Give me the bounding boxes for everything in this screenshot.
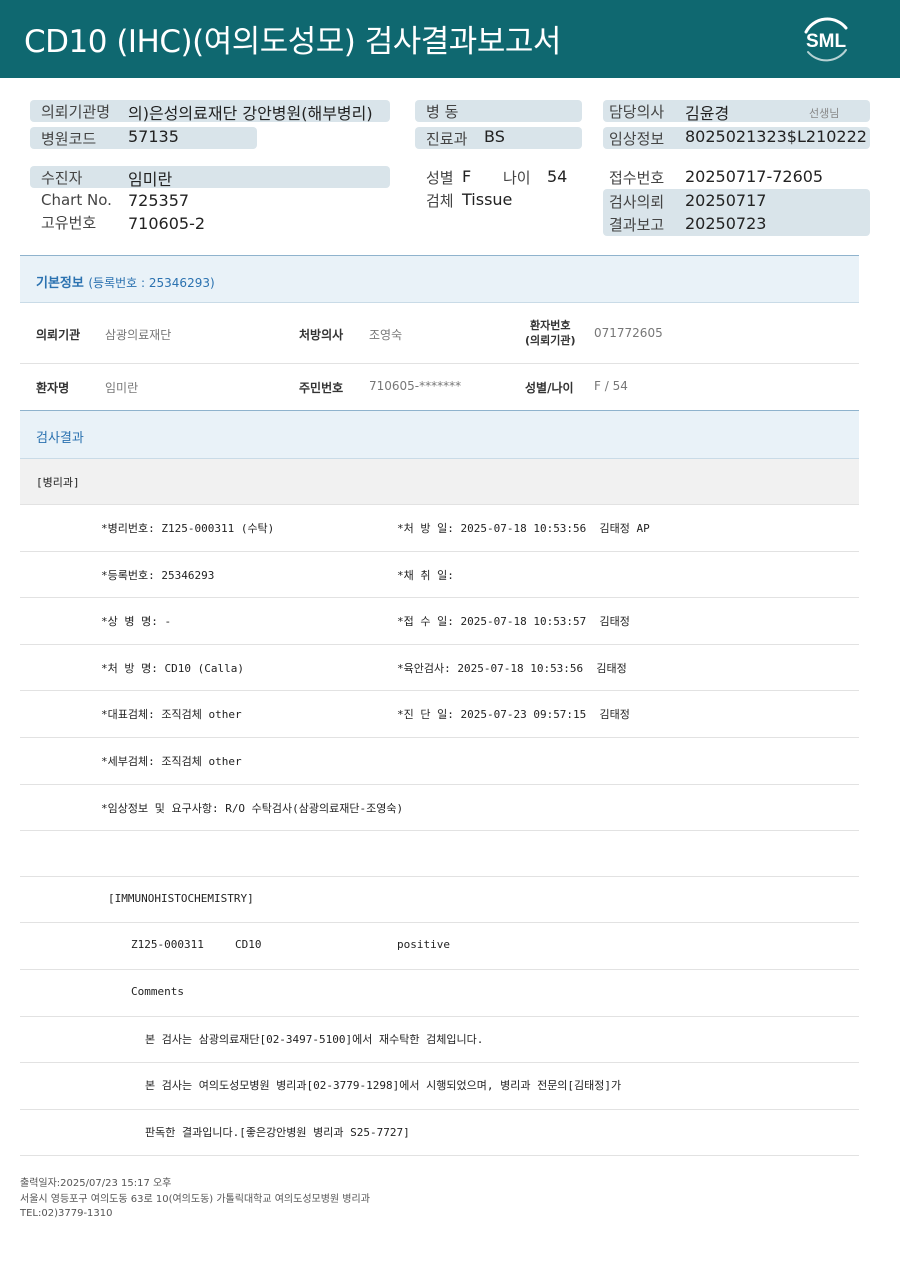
age-label: 나이 — [503, 169, 531, 187]
report-label: 결과보고 — [609, 216, 665, 234]
comment-line-2: 본 검사는 여의도성모병원 병리과[02-3779-1298]에서 시행되었으며… — [145, 1079, 622, 1092]
divider — [20, 737, 859, 738]
doctor-value: 김윤경 — [685, 104, 730, 123]
footer-address: 서울시 영등포구 여의도동 63로 10(여의도동) 가톨릭대학교 여의도성모병… — [20, 1194, 370, 1205]
doctor-suffix: 선생님 — [809, 107, 840, 120]
clinical-value: 8025021323$L210222 — [685, 127, 867, 146]
divider — [20, 1062, 859, 1063]
specimen-label: 검체 — [426, 192, 454, 210]
divider — [20, 643, 859, 645]
ihc-header: [IMMUNOHISTOCHEMISTRY] — [108, 892, 254, 905]
ihc-id: Z125-000311 — [131, 938, 204, 951]
footer-print-date: 출력일자:2025/07/23 15:17 오후 — [20, 1178, 172, 1189]
result-field-right: *채 취 일: — [397, 568, 454, 582]
receipt-value: 20250717-72605 — [685, 167, 824, 186]
request-label: 검사의뢰 — [609, 193, 665, 211]
hosp-code-label: 병원코드 — [41, 130, 97, 148]
receipt-label: 접수번호 — [609, 169, 665, 187]
dept-label: 진료과 — [426, 130, 468, 148]
report-value: 20250723 — [685, 214, 767, 233]
ref-inst-value: 의)은성의료재단 강안병원(해부병리) — [128, 104, 373, 123]
dept-label: [병리과] — [36, 476, 80, 489]
result-field-left: *세부검체: 조직검체 other — [101, 755, 242, 768]
comments-label: Comments — [131, 985, 184, 998]
doctor-label: 담당의사 — [609, 103, 665, 121]
rrn-label: 주민번호 — [299, 381, 344, 395]
inst-value: 삼광의료재단 — [105, 328, 172, 342]
result-field-left: *임상정보 및 요구사항: R/O 수탁검사(삼광의료재단-조영숙) — [101, 801, 404, 815]
ihc-marker: CD10 — [235, 938, 262, 951]
ihc-result: positive — [397, 938, 450, 951]
result-field-right: *처 방 일: 2025-07-18 10:53:56 김태정 AP — [397, 522, 650, 535]
divider — [20, 830, 859, 831]
clinical-label: 임상정보 — [609, 130, 665, 148]
specimen-value: Tissue — [462, 190, 513, 209]
divider — [20, 1109, 859, 1110]
comment-line-1: 본 검사는 삼광의료재단[02-3497-5100]에서 재수탁한 검체입니다. — [145, 1033, 484, 1046]
divider — [20, 876, 859, 877]
sexage-label: 성별/나이 — [525, 381, 574, 395]
patient-label: 수진자 — [41, 169, 83, 187]
name-value: 임미란 — [105, 381, 139, 395]
sex-value: F — [462, 167, 472, 186]
report-header: CD10 (IHC)(여의도성모) 검사결과보고서 SML — [0, 0, 900, 78]
divider — [20, 783, 859, 785]
request-value: 20250717 — [685, 191, 767, 210]
name-label: 환자명 — [36, 381, 70, 395]
divider — [20, 363, 859, 364]
unique-label: 고유번호 — [41, 214, 97, 232]
chart-label: Chart No. — [41, 191, 112, 209]
patient-value: 임미란 — [128, 170, 173, 189]
results-header: 검사결과 — [20, 410, 859, 459]
unique-value: 710605-2 — [128, 214, 206, 233]
presc-label: 처방의사 — [299, 328, 344, 342]
dept-value: BS — [484, 127, 505, 146]
rrn-value: 710605-******* — [369, 379, 462, 393]
divider — [20, 1155, 859, 1156]
footer-tel: TEL:02)3779-1310 — [20, 1208, 113, 1219]
basic-info-header: 기본정보 (등록번호 : 25346293) — [20, 255, 859, 303]
result-field-right: *육안검사: 2025-07-18 10:53:56 김태정 — [397, 661, 627, 675]
result-field-right: *진 단 일: 2025-07-23 09:57:15 김태정 — [397, 708, 630, 722]
divider — [20, 597, 859, 599]
result-field-right: *접 수 일: 2025-07-18 10:53:57 김태정 — [397, 615, 630, 629]
result-field-left: *병리번호: Z125-000311 (수탁) — [101, 522, 275, 535]
result-field-left: *등록번호: 25346293 — [101, 568, 215, 582]
result-field-left: *처 방 명: CD10 (Calla) — [101, 661, 244, 675]
inst-label: 의뢰기관 — [36, 328, 81, 342]
divider — [20, 969, 859, 970]
logo-text: SML — [806, 31, 847, 52]
result-field-left: *대표검체: 조직검체 other — [101, 708, 242, 722]
dept-row: [병리과] — [20, 459, 859, 505]
patno-label: 환자번호 (의뢰기관) — [525, 319, 576, 347]
report-title: CD10 (IHC)(여의도성모) 검사결과보고서 — [24, 24, 561, 60]
divider — [20, 922, 859, 923]
basic-info-title: 기본정보 (등록번호 : 25346293) — [36, 276, 215, 291]
divider — [20, 1016, 859, 1017]
result-field-left: *상 병 명: - — [101, 615, 172, 629]
sexage-value: F / 54 — [594, 379, 628, 393]
sml-logo-icon: SML — [804, 17, 848, 62]
chart-value: 725357 — [128, 191, 190, 210]
ref-inst-label: 의뢰기관명 — [41, 103, 111, 121]
comment-line-3: 판독한 결과입니다.[좋은강안병원 병리과 S25-7727] — [145, 1126, 410, 1139]
age-value: 54 — [547, 167, 568, 186]
divider — [20, 690, 859, 692]
presc-value: 조영숙 — [369, 328, 403, 342]
results-title: 검사결과 — [36, 431, 84, 446]
ward-label: 병 동 — [426, 103, 459, 121]
patno-value: 071772605 — [594, 326, 663, 340]
basic-info-subtitle: (등록번호 : 25346293) — [88, 276, 215, 290]
divider — [20, 550, 859, 552]
hosp-code-value: 57135 — [128, 127, 179, 146]
patient-pill — [30, 166, 390, 188]
sex-label: 성별 — [426, 169, 454, 187]
